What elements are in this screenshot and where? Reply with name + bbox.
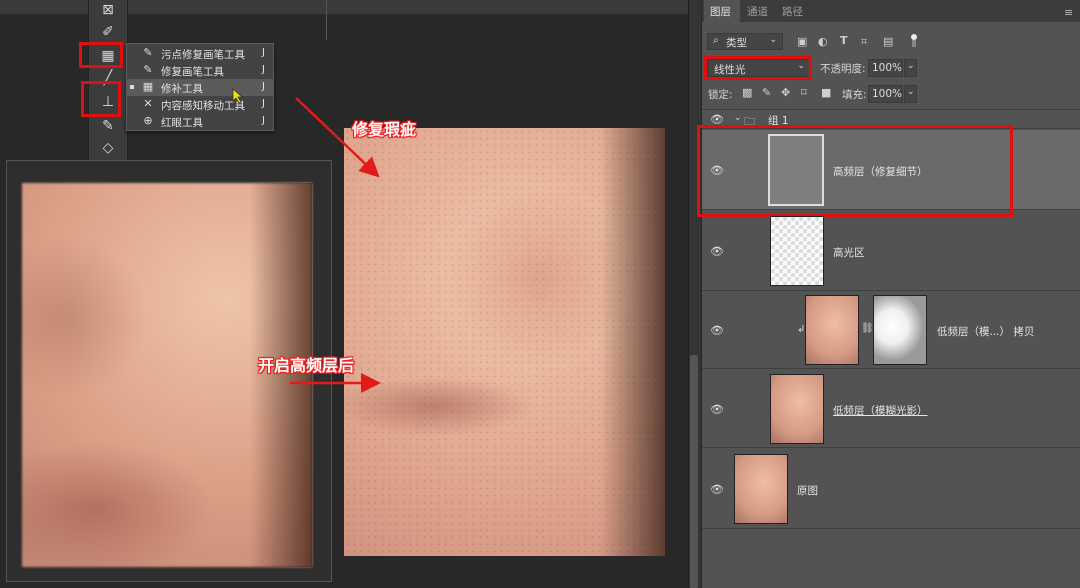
spot-healing-brush-icon: ✎	[143, 46, 153, 59]
layer-thumbnail	[770, 374, 824, 444]
visibility-eye-icon[interactable]: 👁	[710, 483, 724, 496]
flyout-item-red-eye[interactable]: ⊕ 红眼工具 J	[127, 113, 273, 130]
opacity-label: 不透明度:	[820, 63, 866, 75]
visibility-eye-icon[interactable]: 👁	[710, 245, 724, 258]
blend-mode-highlight	[704, 56, 812, 80]
tab-paths[interactable]: 路径	[782, 4, 803, 19]
high-frequency-layer-highlight	[697, 125, 1013, 217]
chevron-down-icon: ⌄	[907, 87, 915, 97]
filter-smart-object-icon[interactable]: ▤	[883, 35, 893, 48]
healing-tools-flyout: ✎ 污点修复画笔工具 J ✎ 修复画笔工具 J ▦ 修补工具 J ✕ 内容感知移…	[126, 43, 274, 131]
layer-row-original[interactable]: 👁 原图	[702, 449, 1080, 529]
visibility-eye-icon[interactable]: 👁	[710, 403, 724, 416]
history-brush-tool-icon[interactable]: ✎	[97, 116, 119, 136]
patch-tool-icon: ▦	[142, 80, 154, 93]
filter-toggle-icon[interactable]	[911, 34, 917, 48]
content-aware-move-icon: ✕	[143, 97, 153, 110]
clone-stamp-highlight	[81, 81, 121, 117]
layer-row-highlights[interactable]: 👁 高光区	[702, 211, 1080, 291]
tools-toolbar: ⊠ ✐ ▦ ╱ ⊥ ✎ ◇	[88, 0, 128, 160]
tab-layers[interactable]: 图层	[710, 4, 731, 19]
healing-tool-highlight	[79, 42, 123, 68]
flyout-item-healing-brush[interactable]: ✎ 修复画笔工具 J	[127, 62, 273, 79]
fill-input[interactable]: 100%	[868, 85, 903, 103]
filter-shape-icon[interactable]: ⌗	[861, 35, 867, 49]
filter-type-icon[interactable]: T	[840, 34, 848, 47]
lock-image-icon[interactable]: ✎	[762, 86, 771, 99]
flyout-item-patch-tool[interactable]: ▦ 修补工具 J	[127, 79, 273, 96]
flyout-item-spot-healing[interactable]: ✎ 污点修复画笔工具 J	[127, 45, 273, 62]
visibility-eye-icon[interactable]: 👁	[710, 324, 724, 337]
panel-menu-icon[interactable]: ≡	[1064, 6, 1073, 19]
lock-artboard-icon[interactable]: ⌑	[801, 86, 807, 99]
filter-pixel-icon[interactable]: ▣	[797, 35, 807, 48]
annotation-arrows	[290, 97, 381, 393]
lock-label: 锁定:	[708, 89, 733, 101]
selected-marker	[130, 85, 134, 89]
filter-adjustment-icon[interactable]: ◐	[818, 35, 828, 48]
healing-brush-icon: ✎	[143, 63, 153, 76]
eraser-tool-icon[interactable]: ◇	[97, 138, 119, 158]
opacity-input[interactable]: 100%	[868, 59, 903, 77]
opacity-dropdown-button[interactable]: ⌄	[904, 59, 917, 77]
search-icon: ⌕	[713, 35, 719, 46]
arrow-to-blemish	[295, 97, 380, 178]
fill-dropdown-button[interactable]: ⌄	[904, 85, 917, 103]
layer-mask-thumbnail[interactable]	[873, 295, 927, 365]
layer-thumbnail	[770, 216, 824, 286]
lock-all-icon[interactable]: ■	[821, 86, 831, 99]
flyout-item-content-aware-move[interactable]: ✕ 内容感知移动工具 J	[127, 96, 273, 113]
lock-position-icon[interactable]: ✥	[781, 86, 790, 99]
layer-thumbnail	[734, 454, 788, 524]
link-icon[interactable]: ⛓	[861, 323, 874, 334]
chevron-down-icon: ⌄	[769, 35, 777, 45]
mouse-cursor-icon	[232, 88, 244, 104]
tool-panel-divider	[126, 0, 327, 40]
frame-tool-icon[interactable]: ⊠	[97, 0, 119, 20]
layer-filter-select[interactable]: ⌕ 类型 ⌄	[707, 33, 783, 50]
layer-thumbnail	[805, 295, 859, 365]
layer-row-low-frequency[interactable]: 👁 低频层（模糊光影）	[702, 370, 1080, 448]
eyedropper-tool-icon[interactable]: ✐	[97, 22, 119, 42]
fill-label: 填充:	[842, 89, 867, 101]
chevron-down-icon: ⌄	[907, 61, 915, 71]
lock-transparent-icon[interactable]: ▩	[742, 86, 752, 99]
chevron-down-icon[interactable]: ⌄	[734, 113, 742, 123]
red-eye-icon: ⊕	[143, 114, 153, 127]
canvas-scrollbar-thumb[interactable]	[690, 355, 698, 588]
after-photo-shadow	[600, 128, 665, 556]
layer-row-low-frequency-copy[interactable]: 👁 ↲ ⛓ 低频层（模...） 拷贝	[702, 291, 1080, 369]
tab-channels[interactable]: 通道	[747, 4, 768, 19]
